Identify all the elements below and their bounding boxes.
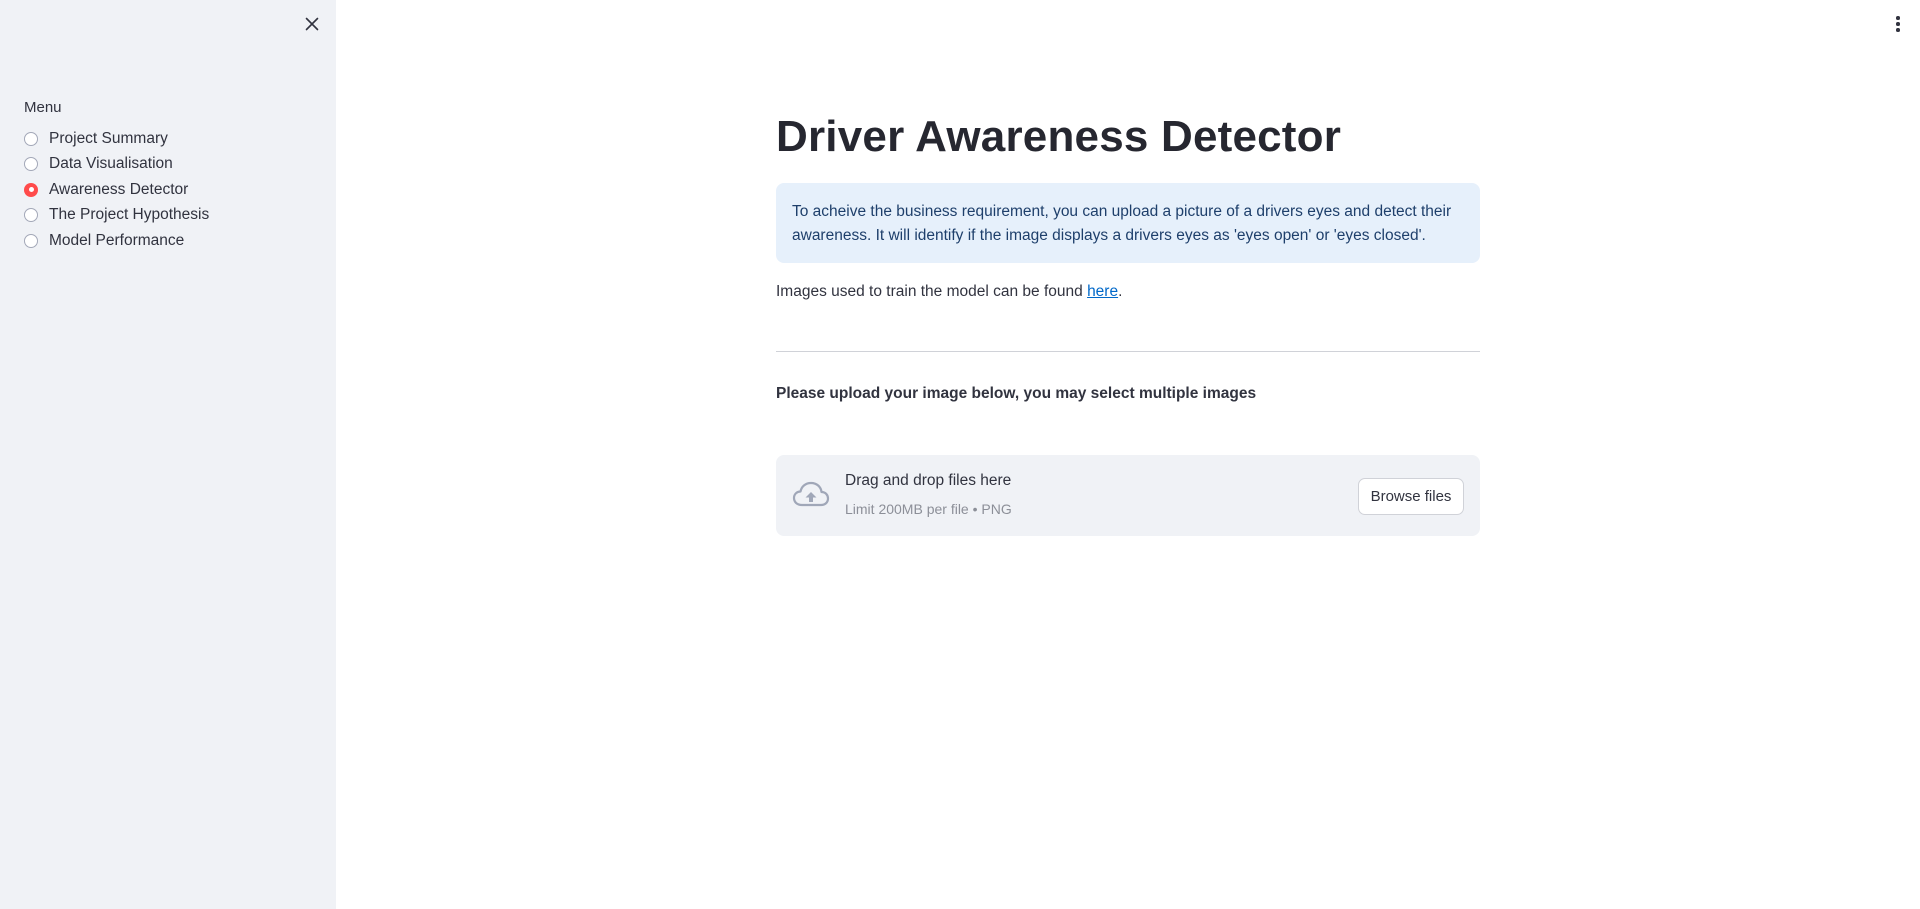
menu-item-data-visualisation[interactable]: Data Visualisation (24, 152, 209, 178)
radio-button[interactable] (24, 157, 38, 172)
dropzone-title: Drag and drop files here (845, 472, 1012, 489)
menu-item-project-hypothesis[interactable]: The Project Hypothesis (24, 203, 209, 229)
menu-item-label: Awareness Detector (49, 180, 189, 198)
training-images-text: Images used to train the model can be fo… (776, 283, 1123, 300)
menu-item-awareness-detector[interactable]: Awareness Detector (24, 177, 209, 203)
main-menu-button[interactable] (1888, 12, 1908, 36)
training-images-link[interactable]: here (1087, 283, 1118, 300)
radio-button[interactable] (24, 131, 38, 146)
sidebar: Menu Project Summary Data Visualisation … (0, 0, 336, 909)
file-dropzone[interactable]: Drag and drop files here Limit 200MB per… (776, 455, 1480, 536)
page-title: Driver Awareness Detector (776, 112, 1342, 161)
close-sidebar-button[interactable] (300, 12, 324, 36)
kebab-menu-icon (1896, 16, 1900, 20)
menu-item-label: Data Visualisation (49, 155, 173, 173)
radio-button[interactable] (24, 233, 38, 248)
dropzone-limit: Limit 200MB per file • PNG (845, 501, 1012, 517)
browse-files-button[interactable]: Browse files (1358, 478, 1464, 515)
menu-item-label: Project Summary (49, 129, 168, 147)
close-icon (305, 17, 319, 31)
menu-label: Menu (24, 99, 62, 116)
menu-radio-group: Project Summary Data Visualisation Aware… (24, 126, 209, 254)
menu-item-label: The Project Hypothesis (49, 206, 210, 224)
cloud-upload-icon (792, 481, 830, 507)
info-alert: To acheive the business requirement, you… (776, 183, 1480, 263)
menu-item-model-performance[interactable]: Model Performance (24, 228, 209, 254)
upload-heading: Please upload your image below, you may … (776, 385, 1257, 402)
menu-item-project-summary[interactable]: Project Summary (24, 126, 209, 152)
radio-button[interactable] (24, 208, 38, 223)
radio-button-selected[interactable] (24, 182, 38, 197)
divider (776, 351, 1480, 352)
menu-item-label: Model Performance (49, 231, 185, 249)
